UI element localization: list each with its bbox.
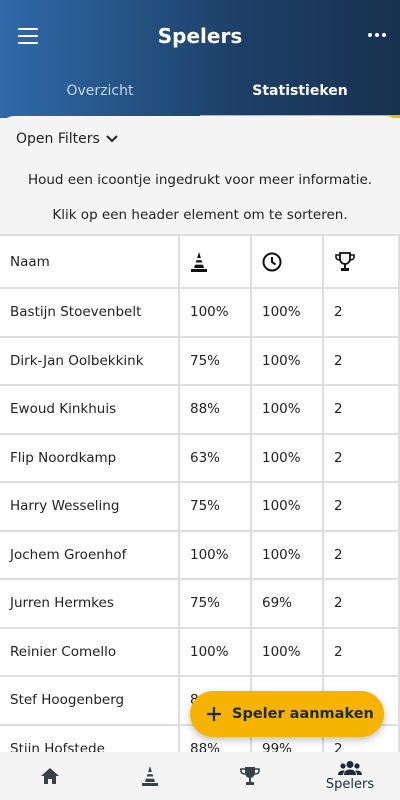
players-icon (338, 761, 362, 775)
app-header: Spelers Overzicht Statistieken (0, 0, 400, 118)
player-name-cell: Jochem Groenhof (0, 531, 180, 578)
page-title: Spelers (157, 24, 243, 48)
table-row[interactable]: Bastijn Stoevenbelt 100% 100% 2 (0, 289, 400, 338)
matches-count-cell: 2 (324, 531, 400, 578)
minutes-percentage-cell: 100% (252, 386, 324, 433)
player-name-cell: Flip Noordkamp (0, 434, 180, 481)
training-attendance-cell: 63% (180, 434, 252, 481)
player-name-cell: Bastijn Stoevenbelt (0, 289, 180, 336)
matches-count-cell: 2 (324, 386, 400, 433)
stats-table: Naam Bastijn Stoevenbelt 100% 100% 2 Dir… (0, 234, 400, 752)
table-row[interactable]: Flip Noordkamp 63% 100% 2 (0, 434, 400, 483)
more-options-icon[interactable] (368, 33, 386, 39)
matches-count-cell: 2 (324, 580, 400, 627)
training-attendance-cell: 100% (180, 531, 252, 578)
matches-count-cell: 2 (324, 337, 400, 384)
matches-count-cell: 2 (324, 483, 400, 530)
bottom-navigation: Spelers (0, 752, 400, 800)
nav-home[interactable] (0, 752, 100, 800)
trophy-icon (240, 767, 260, 785)
player-name-cell: Reinier Comello (0, 628, 180, 675)
player-name-cell: Stiin Hofstede (0, 725, 180, 752)
nav-matches[interactable] (200, 752, 300, 800)
minutes-percentage-cell: 100% (252, 628, 324, 675)
cone-icon (142, 766, 158, 786)
player-name-cell: Ewoud Kinkhuis (0, 386, 180, 433)
player-name-cell: Jurren Hermkes (0, 580, 180, 627)
nav-players[interactable]: Spelers (300, 752, 400, 800)
info-text-sort: Klik op een header element om te sortere… (52, 207, 348, 223)
add-player-button[interactable]: Speler aanmaken (190, 691, 384, 737)
minutes-percentage-cell: 69% (252, 580, 324, 627)
matches-count-cell: 2 (324, 434, 400, 481)
info-card: Open Filters Houd een icoontje ingedrukt… (0, 116, 400, 236)
table-row[interactable]: Jurren Hermkes 75% 69% 2 (0, 580, 400, 629)
header-name[interactable]: Naam (0, 236, 180, 287)
add-player-label: Speler aanmaken (232, 706, 374, 722)
training-attendance-cell: 75% (180, 483, 252, 530)
table-row[interactable]: Reinier Comello 100% 100% 2 (0, 628, 400, 677)
nav-players-label: Spelers (325, 777, 375, 792)
training-attendance-cell: 75% (180, 337, 252, 384)
trophy-icon (335, 251, 355, 271)
table-row[interactable]: Dirk-Jan Oolbekkink 75% 100% 2 (0, 337, 400, 386)
player-name-cell: Harry Wesseling (0, 483, 180, 530)
training-attendance-cell: 75% (180, 580, 252, 627)
info-text-hold: Houd een icoontje ingedrukt voor meer in… (27, 172, 373, 188)
matches-count-cell: 2 (324, 289, 400, 336)
matches-count-cell: 2 (324, 628, 400, 675)
minutes-percentage-cell: 100% (252, 483, 324, 530)
nav-training[interactable] (100, 752, 200, 800)
tab-statistieken[interactable]: Statistieken (200, 72, 400, 118)
table-row[interactable]: Jochem Groenhof 100% 100% 2 (0, 531, 400, 580)
training-attendance-cell: 100% (180, 628, 252, 675)
training-attendance-cell: 88% (180, 386, 252, 433)
chevron-down-icon (106, 135, 118, 143)
open-filters-button[interactable]: Open Filters (16, 131, 118, 147)
open-filters-label: Open Filters (16, 131, 100, 147)
header-training[interactable] (180, 236, 252, 287)
header-matches[interactable] (324, 236, 400, 287)
training-attendance-cell: 100% (180, 289, 252, 336)
table-row[interactable]: Ewoud Kinkhuis 88% 100% 2 (0, 386, 400, 435)
clock-icon (262, 252, 282, 271)
table-row[interactable]: Harry Wesseling 75% 100% 2 (0, 483, 400, 532)
tab-bar: Overzicht Statistieken (0, 72, 400, 118)
table-header-row: Naam (0, 234, 400, 289)
minutes-percentage-cell: 100% (252, 337, 324, 384)
top-bar: Spelers (0, 0, 400, 72)
player-name-cell: Dirk-Jan Oolbekkink (0, 337, 180, 384)
cone-icon (191, 251, 207, 272)
minutes-percentage-cell: 100% (252, 289, 324, 336)
home-icon (41, 768, 59, 784)
header-minutes[interactable] (252, 236, 324, 287)
minutes-percentage-cell: 100% (252, 531, 324, 578)
tab-overzicht[interactable]: Overzicht (0, 72, 200, 118)
minutes-percentage-cell: 100% (252, 434, 324, 481)
player-name-cell: Stef Hoogenberg (0, 677, 180, 724)
plus-icon (207, 707, 221, 721)
